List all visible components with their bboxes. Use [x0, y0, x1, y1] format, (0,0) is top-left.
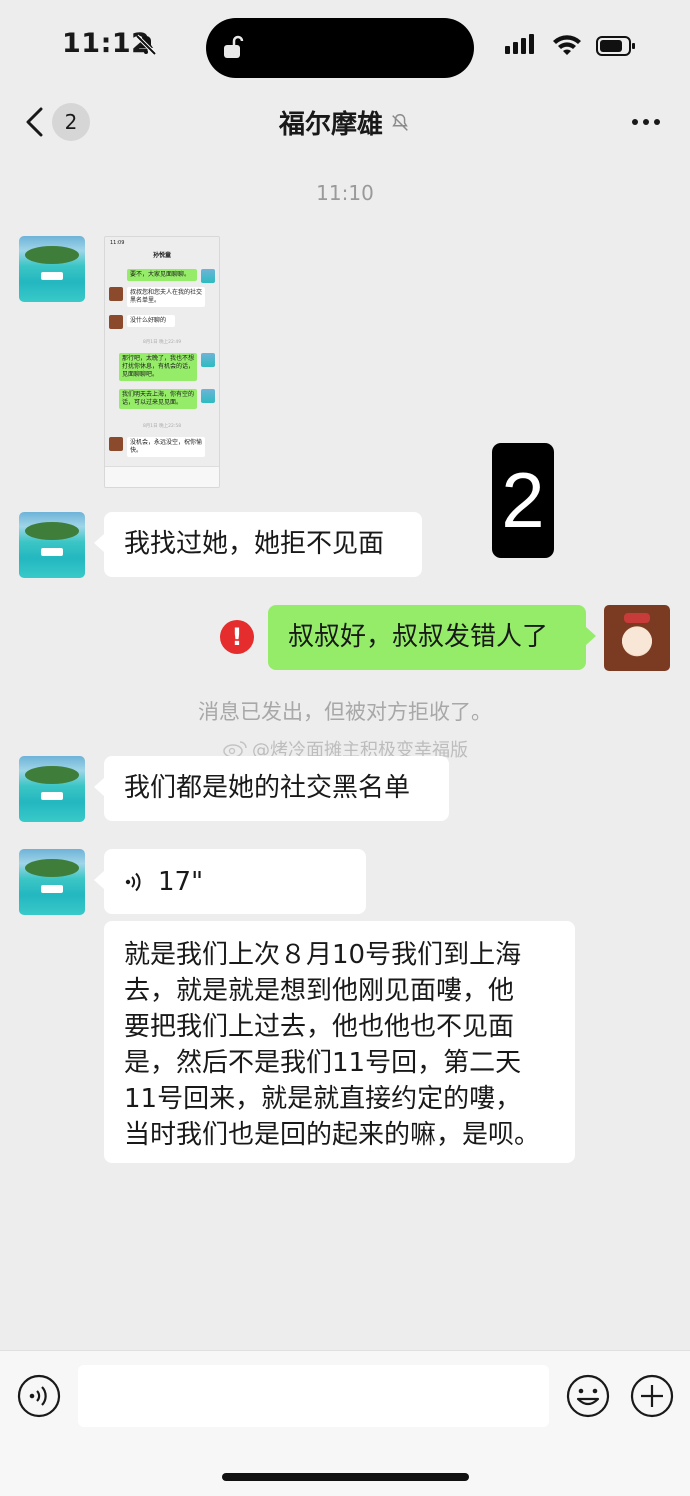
lock-icon — [224, 35, 244, 58]
mute-bell-icon — [392, 113, 408, 131]
mini-message: 叔叔您和您夫人在我的社交黑名单里。 — [127, 287, 205, 307]
message-timestamp: 11:10 — [316, 181, 374, 205]
dynamic-island — [206, 18, 474, 78]
signal-icon — [505, 34, 537, 54]
contact-avatar[interactable] — [19, 849, 85, 915]
mini-timestamp: 8月1日 晚上22:58 — [142, 424, 182, 429]
contact-avatar[interactable] — [19, 512, 85, 578]
mini-status-time: 11:09 — [110, 240, 125, 246]
more-icon[interactable] — [630, 110, 662, 134]
home-indicator[interactable] — [222, 1473, 469, 1481]
send-failed-icon[interactable]: ! — [220, 620, 254, 654]
message-bubble[interactable]: 我找过她，她拒不见面 — [94, 512, 422, 577]
message-bubble-self[interactable]: 叔叔好，叔叔发错人了 — [268, 605, 596, 670]
mini-timestamp: 8月1日 晚上22:49 — [142, 340, 182, 345]
transcript-line: 去，就是就是想到他刚见面嘍，他 — [124, 976, 515, 1006]
battery-icon — [596, 36, 635, 56]
mini-message: 没机会，永远没空，祝你愉快。 — [127, 437, 205, 457]
message-text: 我找过她，她拒不见面 — [124, 529, 385, 559]
voice-message-bubble[interactable]: 17" — [94, 849, 366, 914]
mini-message: 那行吧，太晚了，我也不想打扰你休息，有机会的话，见面聊聊吧。 — [119, 353, 197, 381]
contact-avatar[interactable] — [19, 756, 85, 822]
screenshot-image[interactable]: 11:09 孙悦童 要不，大家见面聊聊。 叔叔您和您夫人在我的社交黑名单里。 没… — [104, 236, 220, 488]
chat-title-text: 福尔摩雄 — [278, 110, 383, 140]
message-bubble[interactable]: 我们都是她的社交黑名单 — [94, 756, 449, 821]
plus-icon[interactable] — [630, 1374, 674, 1418]
system-note: 消息已发出，但被对方拒收了。 — [198, 700, 492, 724]
mini-message: 我们明天去上海，你有空的话，可以过来见见面。 — [119, 389, 197, 409]
emoji-icon[interactable] — [566, 1374, 610, 1418]
message-text: 我们都是她的社交黑名单 — [124, 773, 411, 803]
voice-wave-icon — [125, 872, 141, 891]
overlay-number: 2 — [492, 443, 554, 558]
voice-transcript[interactable]: 就是我们上次８月10号我们到上海 去，就是就是想到他刚见面嘍，他 要把我们上过去… — [104, 921, 575, 1163]
contact-avatar[interactable] — [19, 236, 85, 302]
transcript-line: 要把我们上过去，他也他也不见面 — [124, 1012, 515, 1042]
wifi-icon — [553, 35, 581, 55]
chat-title: 福尔摩雄 — [0, 104, 690, 141]
voice-duration: 17" — [158, 866, 204, 897]
message-text: 叔叔好，叔叔发错人了 — [288, 622, 549, 652]
mini-message: 要不，大家见面聊聊。 — [127, 269, 197, 281]
transcript-line: 是，然后不是我们11号回，第二天 — [124, 1048, 522, 1078]
transcript-line: 11号回来，就是就直接约定的嘍， — [124, 1084, 522, 1114]
mini-input-bar — [105, 466, 219, 487]
message-input[interactable] — [78, 1365, 549, 1427]
mini-message: 没什么好聊的 — [127, 315, 175, 327]
transcript-line: 就是我们上次８月10号我们到上海 — [124, 940, 522, 970]
bell-off-icon — [135, 34, 157, 56]
my-avatar[interactable] — [604, 605, 670, 671]
transcript-line: 当时我们也是回的起来的嘛，是呗。 — [124, 1120, 541, 1150]
voice-input-icon[interactable] — [17, 1374, 61, 1418]
mini-title: 孙悦童 — [152, 252, 171, 259]
